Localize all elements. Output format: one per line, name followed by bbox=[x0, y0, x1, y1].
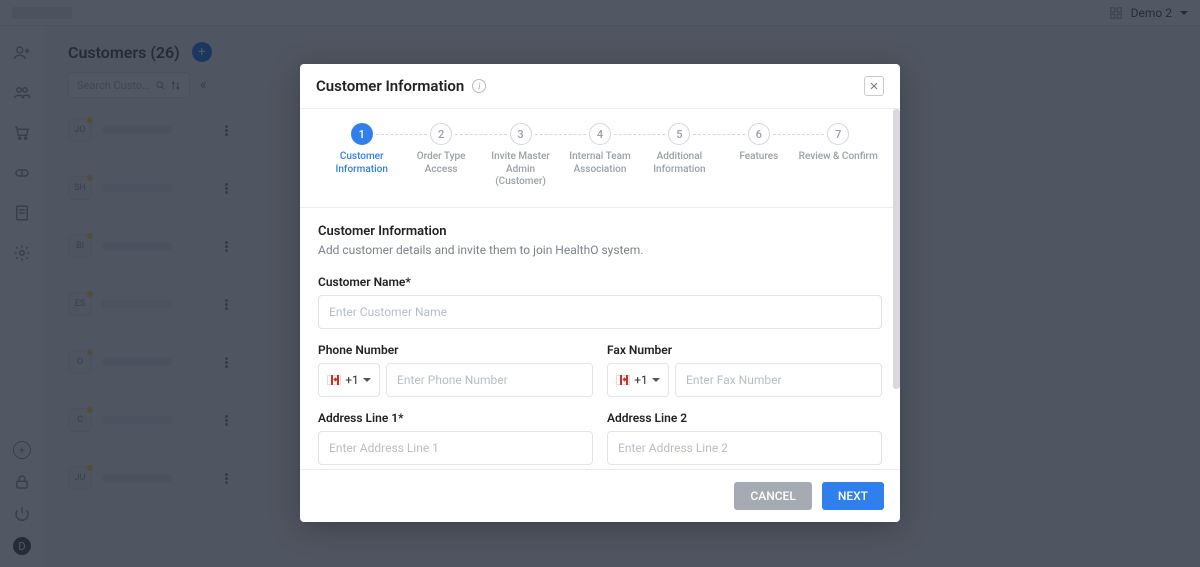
wizard-stepper: 1Customer Information 2Order Type Access… bbox=[300, 109, 900, 208]
address-line-2-input[interactable] bbox=[607, 431, 882, 465]
cancel-button[interactable]: CANCEL bbox=[734, 482, 811, 510]
step-features[interactable]: 6Features bbox=[719, 123, 798, 189]
next-button[interactable]: NEXT bbox=[822, 482, 884, 510]
step-order-type-access[interactable]: 2Order Type Access bbox=[401, 123, 480, 189]
modal-header: Customer Information i bbox=[300, 64, 900, 109]
label-address-2: Address Line 2 bbox=[607, 411, 882, 425]
chevron-down-icon bbox=[363, 378, 371, 382]
label-phone: Phone Number bbox=[318, 343, 593, 357]
close-button[interactable] bbox=[864, 76, 884, 96]
form-body: Customer Information Add customer detail… bbox=[300, 208, 900, 470]
chevron-down-icon bbox=[652, 378, 660, 382]
canada-flag-icon bbox=[616, 375, 630, 385]
fax-input[interactable] bbox=[675, 363, 882, 397]
customer-info-modal: Customer Information i 1Customer Informa… bbox=[300, 64, 900, 522]
customer-name-input[interactable] bbox=[318, 295, 882, 329]
canada-flag-icon bbox=[327, 375, 341, 385]
step-internal-team[interactable]: 4Internal Team Association bbox=[560, 123, 639, 189]
step-invite-master-admin[interactable]: 3Invite Master Admin (Customer) bbox=[481, 123, 560, 189]
phone-input[interactable] bbox=[386, 363, 593, 397]
label-fax: Fax Number bbox=[607, 343, 882, 357]
step-additional-information[interactable]: 5Additional Information bbox=[640, 123, 719, 189]
fax-country-code-select[interactable]: +1 bbox=[607, 363, 669, 397]
modal-title: Customer Information bbox=[316, 77, 464, 95]
label-address-1: Address Line 1* bbox=[318, 411, 593, 425]
section-subtitle: Add customer details and invite them to … bbox=[318, 243, 882, 257]
section-title: Customer Information bbox=[318, 224, 882, 239]
label-customer-name: Customer Name* bbox=[318, 275, 882, 289]
phone-country-code: +1 bbox=[345, 373, 359, 387]
address-line-1-input[interactable] bbox=[318, 431, 593, 465]
step-review-confirm[interactable]: 7Review & Confirm bbox=[799, 123, 878, 189]
modal-scroll-area[interactable]: 1Customer Information 2Order Type Access… bbox=[300, 109, 900, 469]
info-icon[interactable]: i bbox=[472, 79, 486, 93]
step-customer-information[interactable]: 1Customer Information bbox=[322, 123, 401, 189]
fax-country-code: +1 bbox=[634, 373, 648, 387]
close-icon bbox=[869, 81, 879, 91]
phone-country-code-select[interactable]: +1 bbox=[318, 363, 380, 397]
modal-footer: CANCEL NEXT bbox=[300, 469, 900, 522]
